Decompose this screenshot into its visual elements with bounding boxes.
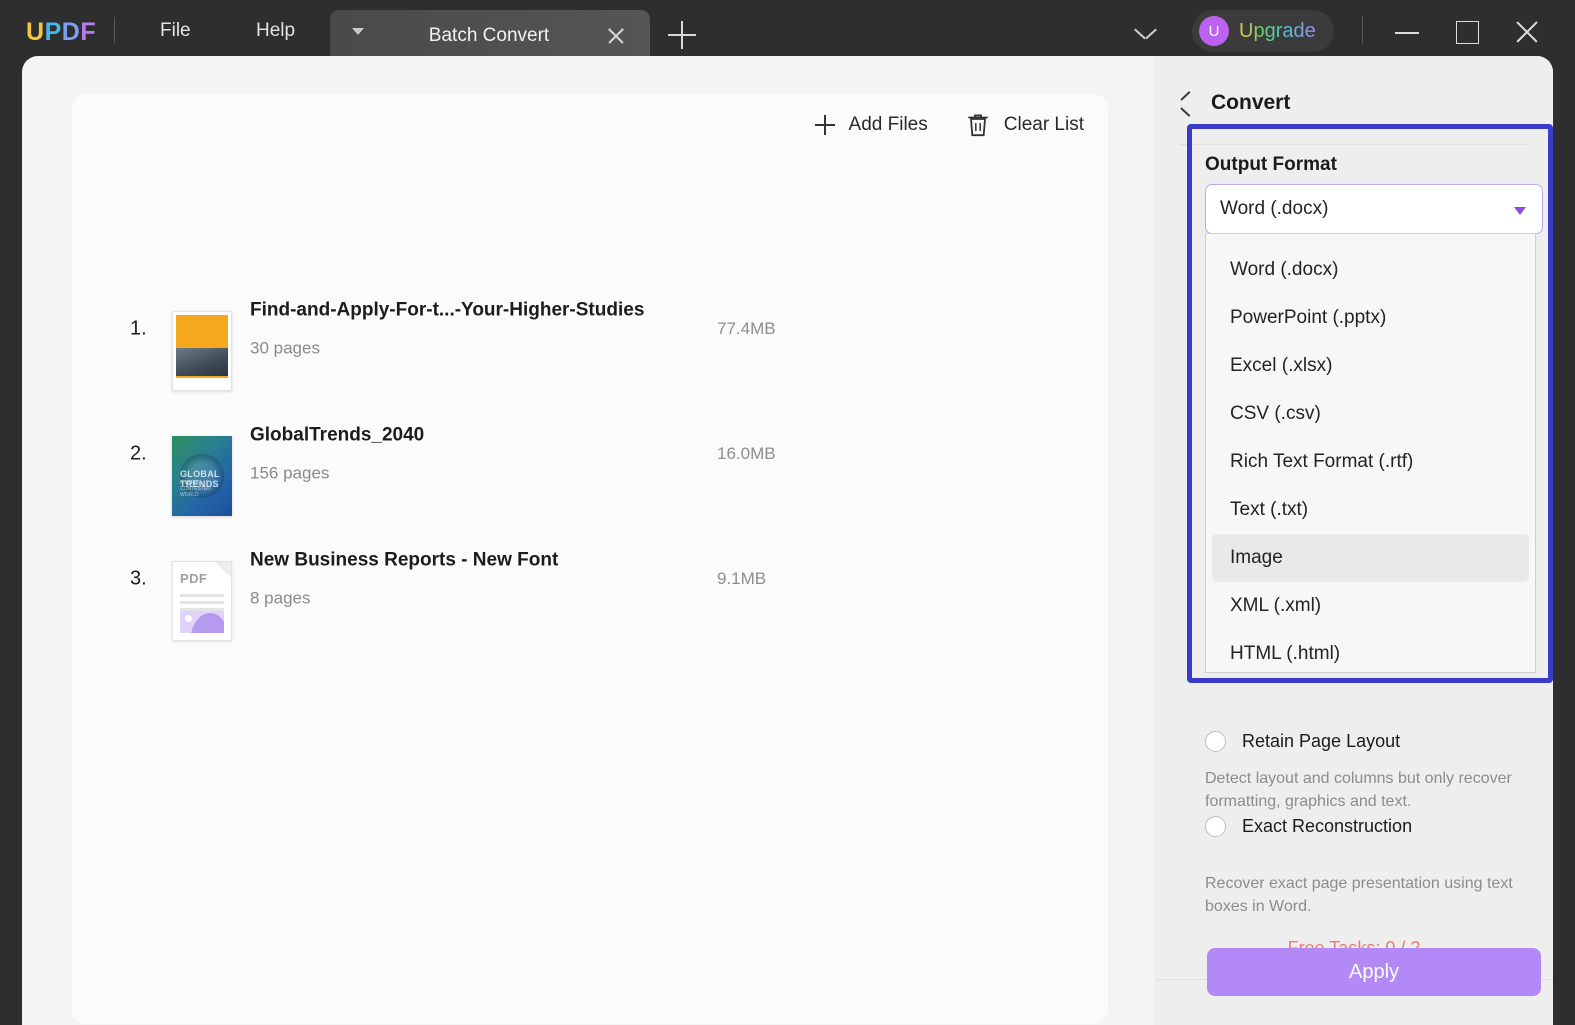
maximize-icon[interactable]: [1450, 16, 1484, 48]
back-arrow-icon[interactable]: [1173, 90, 1199, 116]
minimize-icon[interactable]: [1390, 16, 1424, 48]
file-thumbnail: [172, 311, 232, 391]
file-name: Find-and-Apply-For-t...-Your-Higher-Stud…: [250, 299, 645, 320]
logo-letter-d: D: [61, 18, 81, 46]
list-actions: Add Files Clear List: [814, 112, 1084, 138]
divider: [1179, 144, 1529, 145]
add-files-label: Add Files: [848, 114, 928, 135]
plus-icon[interactable]: [668, 21, 696, 49]
convert-panel: Convert Output Format Word (.docx) Word …: [1155, 56, 1553, 1025]
file-thumbnail: PDF: [172, 561, 232, 641]
app-body: Add Files Clear List 1. Find-and-Apply-F…: [22, 56, 1553, 1025]
radio-icon[interactable]: [1205, 731, 1226, 752]
dropdown-option-text[interactable]: Text (.txt): [1212, 486, 1529, 534]
row-index: 1.: [130, 317, 147, 339]
chevron-down-icon[interactable]: [352, 28, 364, 35]
menu-help[interactable]: Help: [248, 17, 303, 45]
file-size: 16.0MB: [717, 443, 776, 463]
thumb-subtitle: A MORE CONTESTED WORLD: [180, 480, 211, 498]
menu-file[interactable]: File: [152, 17, 199, 45]
avatar: U: [1199, 16, 1229, 46]
file-name: GlobalTrends_2040: [250, 424, 425, 445]
upgrade-label: Upgrade: [1239, 19, 1316, 42]
dropdown-option-html[interactable]: HTML (.html): [1212, 630, 1529, 672]
file-pages: 30 pages: [250, 338, 320, 357]
clear-list-button[interactable]: Clear List: [966, 112, 1084, 138]
dropdown-option-xml[interactable]: XML (.xml): [1212, 582, 1529, 630]
output-format-dropdown[interactable]: Word (.docx) PowerPoint (.pptx) Excel (.…: [1205, 233, 1536, 673]
logo-divider: [114, 17, 115, 43]
chevron-down-icon[interactable]: [1514, 207, 1526, 215]
radio-exact-reconstruction[interactable]: Exact Reconstruction: [1205, 816, 1412, 837]
updf-window: UPDF File Help Batch Convert U Upgrade A…: [0, 0, 1575, 1025]
exact-reconstruction-hint: Recover exact page presentation using te…: [1205, 875, 1513, 915]
add-files-button[interactable]: Add Files: [814, 114, 928, 136]
radio-retain-page-layout[interactable]: Retain Page Layout: [1205, 731, 1400, 752]
file-thumbnail: GLOBAL TRENDS A MORE CONTESTED WORLD: [172, 436, 232, 516]
close-icon[interactable]: [604, 24, 628, 48]
radio-label: Exact Reconstruction: [1242, 816, 1413, 836]
tab-batch-convert[interactable]: Batch Convert: [330, 10, 650, 62]
dropdown-option-word[interactable]: Word (.docx): [1212, 246, 1529, 294]
table-row[interactable]: 2. GLOBAL TRENDS A MORE CONTESTED WORLD …: [72, 391, 1108, 516]
window-divider: [1362, 16, 1363, 44]
file-info: GlobalTrends_2040 156 pages: [250, 424, 424, 483]
row-index: 3.: [130, 567, 147, 589]
dropdown-option-image[interactable]: Image: [1212, 534, 1529, 582]
output-format-label: Output Format: [1205, 154, 1337, 175]
retain-page-layout-hint: Detect layout and columns but only recov…: [1205, 770, 1512, 810]
dropdown-option-excel[interactable]: Excel (.xlsx): [1212, 342, 1529, 390]
selected-format: Word (.docx): [1220, 198, 1329, 219]
apply-button[interactable]: Apply: [1207, 948, 1541, 996]
clear-list-label: Clear List: [1003, 114, 1084, 135]
file-pages: 8 pages: [250, 588, 311, 607]
file-name: New Business Reports - New Font: [250, 549, 559, 570]
file-pages: 156 pages: [250, 463, 330, 482]
title-bar: UPDF File Help Batch Convert U Upgrade: [0, 0, 1575, 62]
radio-icon[interactable]: [1205, 816, 1226, 837]
file-size: 9.1MB: [717, 568, 767, 588]
chevron-down-icon[interactable]: [1132, 20, 1160, 48]
tab-label: Batch Convert: [428, 25, 550, 46]
plus-icon: [814, 115, 835, 135]
trash-icon: [967, 114, 988, 137]
radio-label: Retain Page Layout: [1242, 731, 1401, 751]
logo-letter-u: U: [26, 18, 45, 46]
file-list-panel: Add Files Clear List 1. Find-and-Apply-F…: [72, 94, 1108, 1024]
logo-letter-f: F: [80, 18, 97, 46]
output-format-select[interactable]: Word (.docx): [1205, 184, 1543, 234]
panel-header: Convert: [1155, 78, 1553, 128]
upgrade-button[interactable]: U Upgrade: [1192, 10, 1334, 52]
page-title: Convert: [1211, 91, 1291, 114]
table-row[interactable]: 3. PDF New Business Reports - New Font 8…: [72, 516, 1108, 641]
file-info: Find-and-Apply-For-t...-Your-Higher-Stud…: [250, 299, 644, 358]
close-window-icon[interactable]: [1510, 16, 1544, 48]
file-info: New Business Reports - New Font 8 pages: [250, 549, 558, 608]
dropdown-option-powerpoint[interactable]: PowerPoint (.pptx): [1212, 294, 1529, 342]
pdf-badge: PDF: [180, 571, 208, 586]
dropdown-option-rtf[interactable]: Rich Text Format (.rtf): [1212, 438, 1529, 486]
table-row[interactable]: 1. Find-and-Apply-For-t...-Your-Higher-S…: [72, 266, 1108, 391]
updf-logo: UPDF: [26, 18, 96, 47]
file-size: 77.4MB: [717, 318, 776, 338]
logo-letter-p: P: [44, 18, 62, 46]
dropdown-option-csv[interactable]: CSV (.csv): [1212, 390, 1529, 438]
row-index: 2.: [130, 442, 147, 464]
